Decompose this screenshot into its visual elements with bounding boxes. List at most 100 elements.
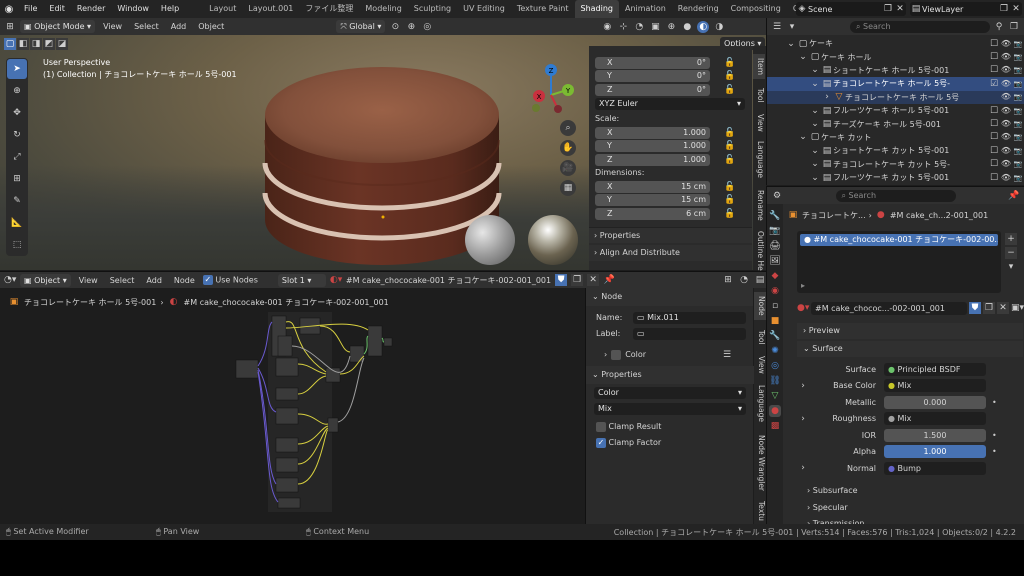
outliner-row[interactable]: ⌄ ▤ ショートケーキ カット 5号-001 ☐ 👁 📷 bbox=[767, 144, 1024, 157]
material-tab-icon[interactable]: ● bbox=[769, 405, 781, 417]
material-link-icon[interactable]: ▣▾ bbox=[1011, 302, 1024, 314]
surface-field-value-box[interactable]: ● Bump bbox=[884, 461, 986, 475]
material-shading-icon[interactable]: ◐ bbox=[697, 20, 710, 33]
lock-icon[interactable]: 🔓 bbox=[724, 154, 736, 166]
workspace-tab[interactable]: Layout.001 bbox=[242, 0, 299, 18]
render-icon[interactable]: 📷 bbox=[1012, 78, 1024, 90]
color-subpanel[interactable]: › Color bbox=[604, 348, 646, 361]
object-tab-icon[interactable]: ■ bbox=[769, 315, 781, 327]
viewport-menu-add[interactable]: Add bbox=[167, 22, 191, 31]
browse-material-icon[interactable]: ●▾ bbox=[797, 302, 809, 314]
duplicate-material-icon[interactable]: ❐ bbox=[983, 302, 995, 314]
expand-socket-icon[interactable]: › bbox=[797, 413, 809, 425]
outliner-row[interactable]: ⌄ ▤ チョコレートケーキ カット 5号- ☐ 👁 📷 bbox=[767, 158, 1024, 171]
scene-selector[interactable]: ◈ Scene ❐ ✕ bbox=[796, 2, 906, 16]
node-unlink-icon[interactable]: ✕ bbox=[587, 274, 600, 286]
node-editor-type-icon[interactable]: ◔▾ bbox=[4, 274, 16, 286]
exclude-checkbox[interactable]: ☐ bbox=[988, 64, 1000, 76]
node-graph[interactable] bbox=[230, 308, 400, 513]
color-checkbox[interactable] bbox=[611, 349, 622, 360]
solid-shading-icon[interactable]: ● bbox=[681, 21, 693, 33]
scale-field[interactable]: Y 1.000 bbox=[595, 140, 710, 153]
pin-icon[interactable]: 📌 bbox=[1008, 190, 1020, 202]
rotation-field[interactable]: Z 0° bbox=[595, 83, 710, 96]
node-menu-select[interactable]: Select bbox=[106, 276, 139, 285]
lock-icon[interactable]: 🔓 bbox=[724, 70, 736, 82]
lock-icon[interactable]: 🔓 bbox=[724, 208, 736, 220]
zoom-icon[interactable]: ⌕ bbox=[560, 120, 576, 136]
outliner-row[interactable]: ⌄ ▤ フルーツケーキ カット 5号-001 ☐ 👁 📷 bbox=[767, 171, 1024, 184]
transform-tool-icon[interactable]: ⊞ bbox=[7, 169, 27, 189]
modifier-tab-icon[interactable]: 🔧 bbox=[769, 330, 781, 342]
expand-icon[interactable]: ⌄ bbox=[797, 51, 809, 63]
expand-socket-icon[interactable]: › bbox=[797, 462, 809, 474]
lock-icon[interactable]: 🔓 bbox=[724, 127, 736, 139]
exclude-checkbox[interactable]: ☑ bbox=[988, 78, 1000, 90]
workspace-tab[interactable]: Modeling bbox=[359, 0, 407, 18]
render-icon[interactable]: 📷 bbox=[1012, 105, 1024, 117]
exclude-checkbox[interactable]: ☐ bbox=[988, 145, 1000, 157]
rotation-field[interactable]: X 0° bbox=[595, 56, 710, 69]
render-icon[interactable]: 📷 bbox=[1012, 91, 1024, 103]
gizmo-icon[interactable]: ⊹ bbox=[617, 21, 629, 33]
node-subpanel[interactable]: ⌄ Node bbox=[586, 288, 753, 306]
select-intersect-icon[interactable]: ◪ bbox=[56, 38, 68, 50]
camera-icon[interactable]: 🎥 bbox=[560, 160, 576, 176]
node-properties-subpanel[interactable]: ⌄ Properties bbox=[586, 366, 754, 384]
exclude-checkbox[interactable]: ☐ bbox=[988, 158, 1000, 170]
keyframe-dot-icon[interactable]: • bbox=[992, 398, 997, 407]
workspace-tab[interactable]: Layout bbox=[203, 0, 242, 18]
outliner-editor-icon[interactable]: ☰ bbox=[771, 21, 783, 33]
clamp-result-toggle[interactable]: Clamp Result bbox=[596, 420, 661, 433]
navigation-gizmo[interactable]: Z Y X bbox=[528, 63, 578, 125]
slot-specials-icon[interactable]: ▾ bbox=[1005, 261, 1017, 273]
expand-icon[interactable]: ⌄ bbox=[809, 105, 821, 117]
node-name-field[interactable]: ▭ Mix.011 bbox=[633, 312, 746, 324]
use-nodes-toggle[interactable]: ✓ Use Nodes bbox=[202, 275, 258, 285]
tab-node-wrangler[interactable]: Node Wrangler bbox=[754, 434, 766, 492]
render-icon[interactable]: 📷 bbox=[1012, 64, 1024, 76]
material-slot-item[interactable]: ● #M cake_chococake-001 チョコケーキ-002-00... bbox=[800, 234, 998, 246]
select-box-icon[interactable]: ▢ bbox=[4, 38, 16, 50]
workspace-tab[interactable]: ファイル整理 bbox=[299, 0, 359, 18]
menu-file[interactable]: File bbox=[18, 0, 43, 18]
display-mode-icon[interactable]: ▾ bbox=[786, 21, 798, 33]
expand-icon[interactable]: ⌄ bbox=[785, 38, 797, 50]
menu-render[interactable]: Render bbox=[71, 0, 111, 18]
dimensions-field[interactable]: X 15 cm bbox=[595, 180, 710, 193]
surface-field-value-box[interactable]: 1.500 bbox=[884, 428, 986, 442]
render-icon[interactable]: 📷 bbox=[1012, 172, 1024, 184]
eye-icon[interactable]: 👁 bbox=[1000, 158, 1012, 170]
outliner-row[interactable]: ⌄ ▤ チーズケーキ ホール 5号-001 ☐ 👁 📷 bbox=[767, 117, 1024, 130]
material-name-field[interactable]: #M cake_chococ...-002-001_001 bbox=[811, 301, 967, 315]
align-subpanel[interactable]: › Align And Distribute bbox=[589, 245, 752, 261]
tab-rename[interactable]: Rename bbox=[753, 188, 765, 223]
eye-icon[interactable]: 👁 bbox=[1000, 51, 1012, 63]
copy-viewlayer-icon[interactable]: ❐ bbox=[998, 3, 1010, 15]
exclude-checkbox[interactable]: ☐ bbox=[988, 172, 1000, 184]
texture-tab-icon[interactable]: ▩ bbox=[769, 420, 781, 432]
lock-icon[interactable]: 🔓 bbox=[724, 84, 736, 96]
menu-edit[interactable]: Edit bbox=[43, 0, 71, 18]
node-menu-add[interactable]: Add bbox=[142, 276, 166, 285]
rendered-shading-icon[interactable]: ◑ bbox=[713, 21, 725, 33]
rotate-tool-icon[interactable]: ↻ bbox=[7, 125, 27, 145]
proportional-icon[interactable]: ◎ bbox=[421, 21, 433, 33]
blend-mode-select[interactable]: Mix ▾ bbox=[594, 403, 746, 415]
snap-node-icon[interactable]: ⊞ bbox=[722, 274, 734, 286]
surface-subpanel[interactable]: ⌄ Surface bbox=[797, 341, 1023, 357]
remove-slot-icon[interactable]: − bbox=[1005, 247, 1017, 259]
eye-icon[interactable]: 👁 bbox=[1000, 145, 1012, 157]
eye-icon[interactable]: 👁 bbox=[1000, 78, 1012, 90]
outliner-row[interactable]: ⌄ ▤ ショートケーキ ホール 5号-001 ☐ 👁 📷 bbox=[767, 64, 1024, 77]
tab-node[interactable]: Node bbox=[754, 292, 766, 320]
new-collection-icon[interactable]: ❐ bbox=[1008, 21, 1020, 33]
pan-hand-icon[interactable]: ✋ bbox=[560, 140, 576, 156]
transform-orientation[interactable]: ⤧ Global ▾ bbox=[336, 20, 386, 33]
properties-editor-icon[interactable]: ⚙ bbox=[771, 190, 783, 202]
rotation-field[interactable]: Y 0° bbox=[595, 70, 710, 83]
node-pin-icon[interactable]: 📌 bbox=[603, 274, 615, 286]
physics-tab-icon[interactable]: ◎ bbox=[769, 360, 781, 372]
surface-field-value-box[interactable]: 0.000 bbox=[884, 395, 986, 409]
tab-item[interactable]: Item bbox=[753, 54, 765, 79]
